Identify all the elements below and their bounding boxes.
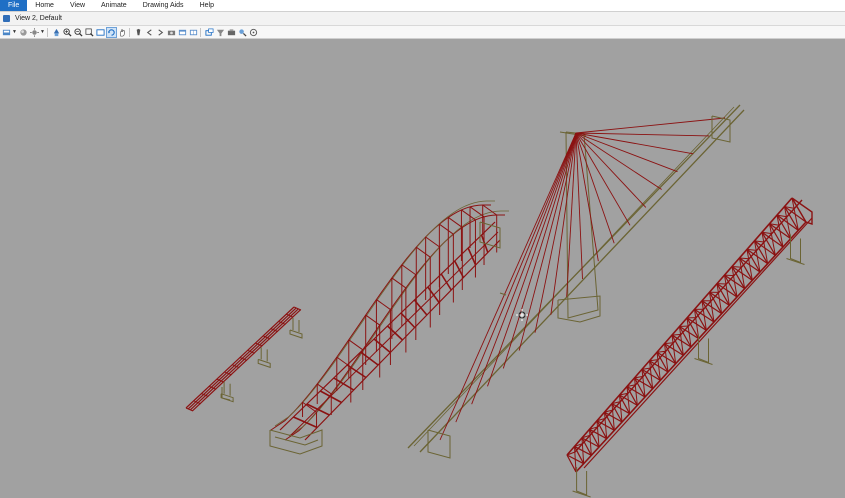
more-icon[interactable] bbox=[249, 28, 258, 37]
brightness-icon[interactable] bbox=[30, 27, 39, 37]
bridge-models-scene[interactable] bbox=[0, 39, 845, 498]
render-icon[interactable] bbox=[227, 28, 236, 37]
fit-view-icon[interactable] bbox=[96, 28, 105, 37]
display-style-icon[interactable] bbox=[19, 28, 28, 37]
view-attributes-icon[interactable] bbox=[2, 28, 11, 37]
menu-help[interactable]: Help bbox=[192, 0, 222, 11]
caret-down-icon[interactable]: ▼ bbox=[12, 29, 17, 35]
view-title-bar: View 2, Default bbox=[0, 12, 845, 26]
update-view-icon[interactable] bbox=[52, 28, 61, 37]
pan-view-icon[interactable] bbox=[118, 28, 127, 37]
toolbar-separator bbox=[47, 27, 48, 37]
3d-viewport[interactable] bbox=[0, 39, 845, 498]
menu-home[interactable]: Home bbox=[27, 0, 62, 11]
next-view-icon[interactable] bbox=[156, 28, 165, 37]
cable-stayed-bridge-model[interactable] bbox=[407, 104, 745, 459]
copy-view-icon[interactable] bbox=[189, 28, 198, 37]
find-icon[interactable] bbox=[238, 28, 247, 37]
menu-bar: File Home View Animate Drawing Aids Help bbox=[0, 0, 845, 12]
rotate-view-icon[interactable] bbox=[106, 26, 117, 38]
clip-volume-icon[interactable] bbox=[216, 28, 225, 37]
zoom-out-icon[interactable] bbox=[74, 27, 83, 37]
caret-down-icon[interactable]: ▼ bbox=[40, 29, 45, 35]
menu-animate[interactable]: Animate bbox=[93, 0, 135, 11]
camera-icon[interactable] bbox=[167, 28, 176, 37]
view-toolbar: ▼ ▼ bbox=[0, 26, 845, 39]
menu-view[interactable]: View bbox=[62, 0, 93, 11]
save-view-icon[interactable] bbox=[205, 28, 214, 37]
previous-view-icon[interactable] bbox=[145, 28, 154, 37]
rotate-cursor-icon bbox=[516, 309, 528, 321]
toolbar-separator bbox=[200, 27, 201, 37]
zoom-window-icon[interactable] bbox=[85, 28, 94, 37]
zoom-in-icon[interactable] bbox=[63, 27, 72, 37]
truss-bridge-model[interactable] bbox=[566, 197, 813, 498]
arch-bridge-model[interactable] bbox=[269, 200, 509, 455]
menu-drawing-aids[interactable]: Drawing Aids bbox=[135, 0, 192, 11]
view-window-icon[interactable] bbox=[3, 15, 10, 22]
walk-icon[interactable] bbox=[134, 28, 143, 37]
view-window-icon[interactable] bbox=[178, 28, 187, 37]
menu-file[interactable]: File bbox=[0, 0, 28, 11]
view-title: View 2, Default bbox=[15, 15, 62, 22]
toolbar-separator bbox=[129, 27, 130, 37]
girder-bridge-model[interactable] bbox=[185, 306, 303, 412]
